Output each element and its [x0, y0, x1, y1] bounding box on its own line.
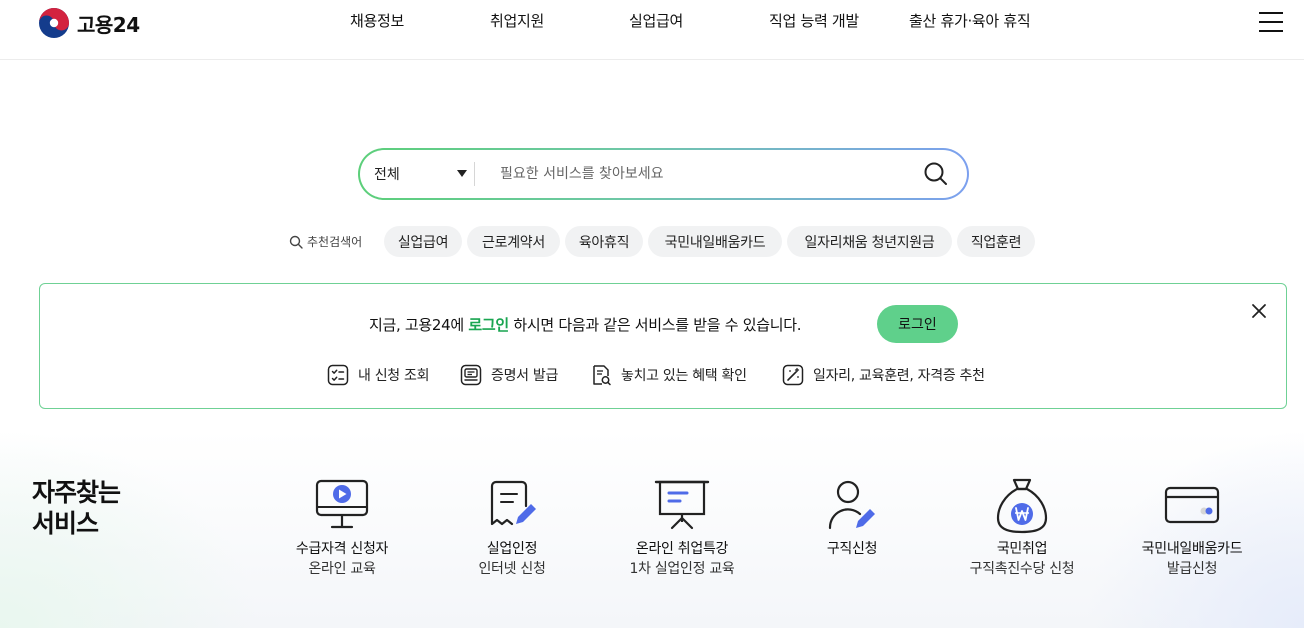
- recommend-keyword[interactable]: 직업훈련: [957, 226, 1035, 257]
- service-label-line2: 인터넷 신청: [478, 561, 546, 577]
- frequent-title-line2: 서비스: [32, 509, 99, 538]
- search-icon[interactable]: [922, 160, 950, 188]
- caret-down-icon: [457, 170, 467, 177]
- service-label-line1: 실업인정: [486, 541, 538, 557]
- frequent-services-title: 자주찾는 서비스: [32, 477, 121, 539]
- document-search-icon: [593, 365, 611, 386]
- recommend-keyword[interactable]: 국민내일배움카드: [648, 226, 782, 257]
- taegeuk-logo-icon: [39, 8, 69, 38]
- search-scope-select[interactable]: 전체: [374, 150, 474, 198]
- login-message-highlight: 로그인: [468, 316, 509, 334]
- logo[interactable]: 고용24: [38, 6, 140, 40]
- money-bag-won-icon: [996, 478, 1048, 534]
- service-employment-promotion-allowance[interactable]: 국민취업 구직촉진수당 신청: [932, 476, 1112, 579]
- service-online-education[interactable]: 수급자격 신청자 온라인 교육: [252, 476, 432, 579]
- benefit-missed-benefits[interactable]: 놓치고 있는 혜택 확인: [590, 364, 747, 386]
- search-scope-value: 전체: [374, 167, 400, 183]
- service-label-line2: 1차 실업인정 교육: [629, 561, 735, 577]
- close-icon[interactable]: [1250, 302, 1268, 320]
- magic-wand-icon: [782, 364, 804, 386]
- login-message-suffix: 하시면 다음과 같은 서비스를 받을 수 있습니다.: [508, 316, 802, 334]
- login-message-prefix: 지금, 고용24에: [369, 316, 469, 334]
- benefit-label: 일자리, 교육훈련, 자격증 추천: [813, 368, 985, 384]
- search-small-icon: [289, 235, 303, 249]
- frequent-title-line1: 자주찾는: [32, 478, 121, 507]
- nav-recruit-info[interactable]: 채용정보: [350, 10, 404, 31]
- service-learning-card-issue[interactable]: 국민내일배움카드 발급신청: [1102, 476, 1282, 579]
- search-divider: [474, 162, 475, 186]
- service-unemployment-recognition[interactable]: 실업인정 인터넷 신청: [422, 476, 602, 579]
- login-button[interactable]: 로그인: [877, 305, 958, 343]
- search-box: 전체: [358, 148, 969, 200]
- benefit-recommendations[interactable]: 일자리, 교육훈련, 자격증 추천: [782, 364, 985, 386]
- nav-unemployment-benefit[interactable]: 실업급여: [629, 10, 683, 31]
- logo-text: 고용24: [77, 12, 140, 37]
- service-label-line1: 구직신청: [826, 541, 878, 557]
- card-icon: [1164, 486, 1220, 524]
- login-banner: 지금, 고용24에 로그인 하시면 다음과 같은 서비스를 받을 수 있습니다.…: [39, 283, 1287, 409]
- document-pen-icon: [490, 480, 536, 526]
- search-inner: 전체: [360, 150, 967, 198]
- header: 고용24 채용정보 취업지원 실업급여 직업 능력 개발 출산 휴가·육아 휴직: [0, 0, 1304, 60]
- service-label-line1: 국민취업: [996, 541, 1048, 557]
- benefit-label: 놓치고 있는 혜택 확인: [621, 368, 747, 384]
- person-pen-icon: [828, 480, 875, 530]
- recommend-keyword[interactable]: 육아휴직: [565, 226, 643, 257]
- service-job-seeking-application[interactable]: 구직신청: [762, 476, 942, 559]
- service-label-line2: 온라인 교육: [308, 561, 376, 577]
- recommend-label-text: 추천검색어: [307, 235, 363, 249]
- nav-maternity-parental-leave[interactable]: 출산 휴가·육아 휴직: [909, 10, 1031, 31]
- monitor-play-icon: [315, 479, 369, 529]
- recommend-keyword[interactable]: 근로계약서: [467, 226, 560, 257]
- hamburger-menu-icon[interactable]: [1259, 12, 1283, 32]
- service-label-line1: 온라인 취업특강: [635, 541, 729, 557]
- service-label-line2: 구직촉진수당 신청: [969, 561, 1075, 577]
- certificate-icon: [460, 364, 482, 386]
- benefit-certificate[interactable]: 증명서 발급: [460, 364, 558, 386]
- service-label-line2: 발급신청: [1166, 561, 1218, 577]
- recommend-keyword[interactable]: 실업급여: [384, 226, 462, 257]
- login-message: 지금, 고용24에 로그인 하시면 다음과 같은 서비스를 받을 수 있습니다.: [369, 314, 801, 335]
- service-label-line1: 수급자격 신청자: [295, 541, 389, 557]
- search-input[interactable]: [500, 158, 900, 190]
- nav-skill-development[interactable]: 직업 능력 개발: [769, 10, 859, 31]
- nav-employment-support[interactable]: 취업지원: [490, 10, 544, 31]
- recommend-label: 추천검색어: [289, 233, 362, 250]
- service-online-job-lecture[interactable]: 온라인 취업특강 1차 실업인정 교육: [592, 476, 772, 579]
- service-label-line1: 국민내일배움카드: [1141, 541, 1243, 557]
- presentation-board-icon: [654, 480, 710, 530]
- benefit-label: 증명서 발급: [491, 368, 559, 384]
- recommend-keyword[interactable]: 일자리채움 청년지원금: [787, 226, 952, 257]
- checklist-icon: [327, 364, 349, 386]
- benefit-my-applications[interactable]: 내 신청 조회: [327, 364, 430, 386]
- benefit-label: 내 신청 조회: [358, 368, 430, 384]
